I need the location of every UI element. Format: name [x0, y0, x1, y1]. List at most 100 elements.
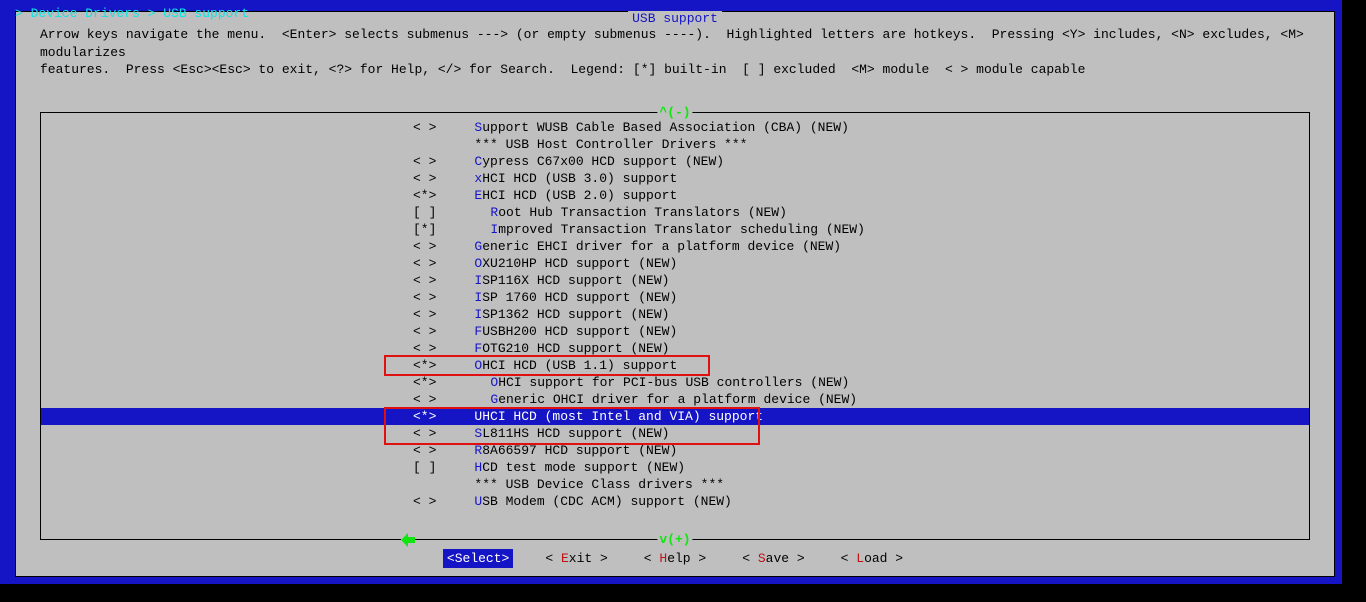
menu-item-label: *** USB Device Class drivers *** [474, 476, 724, 493]
menu-item-label: 8A66597 HCD support (NEW) [482, 442, 677, 459]
hotkey-letter: I [490, 221, 498, 238]
menu-item[interactable]: < > FUSBH200 HCD support (NEW) [41, 323, 1309, 340]
menu-item[interactable]: < > ISP 1760 HCD support (NEW) [41, 289, 1309, 306]
menu-item[interactable]: *** USB Host Controller Drivers *** [41, 136, 1309, 153]
config-bracket: < > [413, 119, 451, 136]
menu-item[interactable]: [*] Improved Transaction Translator sche… [41, 221, 1309, 238]
menu-item-label: HCI HCD (USB 3.0) support [482, 170, 677, 187]
config-bracket: <*> [413, 187, 451, 204]
config-bracket: < > [413, 306, 451, 323]
menu-item-label: HCI HCD (USB 2.0) support [482, 187, 677, 204]
config-bracket: < > [413, 425, 451, 442]
hotkey-letter: G [490, 391, 498, 408]
menu-item[interactable]: < > SL811HS HCD support (NEW) [41, 425, 1309, 442]
menu-item[interactable]: <*> UHCI HCD (most Intel and VIA) suppor… [41, 408, 1309, 425]
config-bracket: < > [413, 255, 451, 272]
scroll-up-indicator[interactable]: ^(-) [657, 105, 692, 120]
menu-list[interactable]: < > Support WUSB Cable Based Association… [41, 113, 1309, 516]
hotkey-letter: C [474, 153, 482, 170]
menu-item[interactable]: < > OXU210HP HCD support (NEW) [41, 255, 1309, 272]
menu-item-label: CD test mode support (NEW) [482, 459, 685, 476]
config-bracket [413, 136, 451, 153]
config-bracket: < > [413, 442, 451, 459]
menu-item[interactable]: < > Generic EHCI driver for a platform d… [41, 238, 1309, 255]
menu-item[interactable]: [ ] Root Hub Transaction Translators (NE… [41, 204, 1309, 221]
menu-item-label: USBH200 HCD support (NEW) [482, 323, 677, 340]
hotkey-letter: R [490, 204, 498, 221]
scroll-arrow-icon [401, 533, 415, 547]
ave-button[interactable]: < Save > [738, 549, 808, 568]
hotkey-letter: x [474, 170, 482, 187]
menu-item-label: mproved Transaction Translator schedulin… [498, 221, 865, 238]
config-bracket: < > [413, 289, 451, 306]
menu-item[interactable]: *** USB Device Class drivers *** [41, 476, 1309, 493]
hotkey-letter: S [474, 425, 482, 442]
elp-button[interactable]: < Help > [640, 549, 710, 568]
scroll-down-indicator[interactable]: v(+) [657, 532, 692, 547]
hotkey-letter: O [474, 357, 482, 374]
page-title: USB support [628, 11, 722, 26]
config-bracket: <*> [413, 408, 451, 425]
menu-item[interactable]: <*> OHCI support for PCI-bus USB control… [41, 374, 1309, 391]
config-bracket: < > [413, 323, 451, 340]
config-bracket: < > [413, 340, 451, 357]
menu-item[interactable]: < > xHCI HCD (USB 3.0) support [41, 170, 1309, 187]
hotkey-letter: O [490, 374, 498, 391]
hotkey-letter: S [474, 119, 482, 136]
menu-item[interactable]: < > R8A66597 HCD support (NEW) [41, 442, 1309, 459]
hotkey-letter: F [474, 340, 482, 357]
button-bar: <Select> < Exit > < Help > < Save > < Load > [16, 549, 1334, 568]
menu-item[interactable]: < > FOTG210 HCD support (NEW) [41, 340, 1309, 357]
hotkey-letter: O [474, 255, 482, 272]
menu-item-label: SP 1760 HCD support (NEW) [482, 289, 677, 306]
menu-item-label: L811HS HCD support (NEW) [482, 425, 669, 442]
elect-button[interactable]: <Select> [443, 549, 513, 568]
hotkey-letter: E [474, 187, 482, 204]
hotkey-letter: U [474, 408, 482, 425]
menu-item-label: XU210HP HCD support (NEW) [482, 255, 677, 272]
hotkey-letter: H [474, 459, 482, 476]
config-bracket: <*> [413, 357, 451, 374]
config-bracket: <*> [413, 374, 451, 391]
hotkey-letter: I [474, 306, 482, 323]
config-bracket: < > [413, 493, 451, 510]
menu-item[interactable]: < > Support WUSB Cable Based Association… [41, 119, 1309, 136]
menu-item-label: OTG210 HCD support (NEW) [482, 340, 669, 357]
menu-item-label: SP1362 HCD support (NEW) [482, 306, 669, 323]
menu-item[interactable]: < > USB Modem (CDC ACM) support (NEW) [41, 493, 1309, 510]
menu-item[interactable]: <*> OHCI HCD (USB 1.1) support [41, 357, 1309, 374]
main-panel: USB support Arrow keys navigate the menu… [15, 11, 1335, 577]
help-line-2: features. Press <Esc><Esc> to exit, <?> … [40, 62, 1085, 77]
menu-item-label: SP116X HCD support (NEW) [482, 272, 669, 289]
menu-list-frame: ^(-) < > Support WUSB Cable Based Associ… [40, 112, 1310, 540]
menu-item[interactable]: < > ISP1362 HCD support (NEW) [41, 306, 1309, 323]
oad-button[interactable]: < Load > [837, 549, 907, 568]
menu-item-label: ypress C67x00 HCD support (NEW) [482, 153, 724, 170]
help-line-1: Arrow keys navigate the menu. <Enter> se… [40, 27, 1312, 60]
config-bracket [413, 476, 451, 493]
hotkey-letter: G [474, 238, 482, 255]
menu-item[interactable]: < > Generic OHCI driver for a platform d… [41, 391, 1309, 408]
menu-item[interactable]: < > Cypress C67x00 HCD support (NEW) [41, 153, 1309, 170]
menu-item[interactable]: < > ISP116X HCD support (NEW) [41, 272, 1309, 289]
hotkey-letter: F [474, 323, 482, 340]
hotkey-letter: R [474, 442, 482, 459]
breadcrumb: > Device Drivers > USB support [15, 6, 249, 21]
xit-button[interactable]: < Exit > [541, 549, 611, 568]
config-bracket: [ ] [413, 204, 451, 221]
hotkey-letter: U [474, 493, 482, 510]
menu-item[interactable]: <*> EHCI HCD (USB 2.0) support [41, 187, 1309, 204]
menu-item-label: SB Modem (CDC ACM) support (NEW) [482, 493, 732, 510]
menu-item-label: HCI HCD (USB 1.1) support [482, 357, 677, 374]
config-bracket: < > [413, 391, 451, 408]
config-bracket: < > [413, 153, 451, 170]
hotkey-letter: I [474, 272, 482, 289]
menu-item-label: upport WUSB Cable Based Association (CBA… [482, 119, 849, 136]
config-bracket: < > [413, 272, 451, 289]
config-bracket: [*] [413, 221, 451, 238]
menu-item-label: oot Hub Transaction Translators (NEW) [498, 204, 787, 221]
menu-item[interactable]: [ ] HCD test mode support (NEW) [41, 459, 1309, 476]
config-bracket: < > [413, 170, 451, 187]
menu-item-label: HCI support for PCI-bus USB controllers … [498, 374, 849, 391]
menu-item-label: HCI HCD (most Intel and VIA) support [482, 408, 763, 425]
